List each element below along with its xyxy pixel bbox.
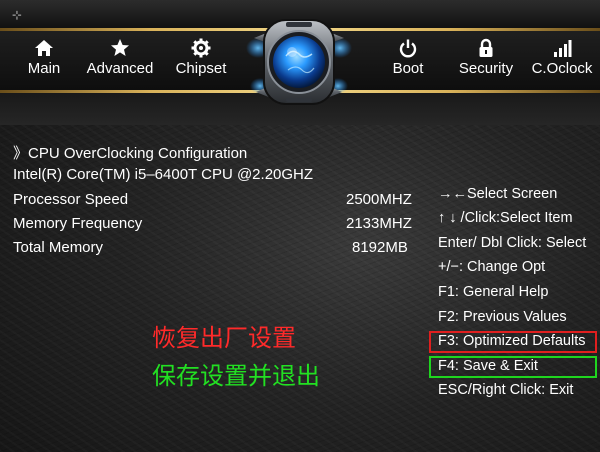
bios-emblem-logo [246, 19, 352, 105]
nav-tab-c-oclock[interactable]: C.Oclock [527, 38, 597, 77]
total-memory-value: 8192MB [352, 239, 408, 256]
nav-tab-chipset[interactable]: Chipset [170, 38, 232, 77]
help-previous-values: F2: Previous Values [438, 309, 567, 325]
help-select: Enter/ Dbl Click: Select [438, 235, 587, 251]
nav-tab-label: C.Oclock [531, 60, 593, 77]
nav-tab-label: Main [27, 60, 61, 77]
total-memory-label: Total Memory [13, 239, 104, 256]
processor-speed-label: Processor Speed [13, 191, 129, 208]
help-exit: ESC/Right Click: Exit [438, 382, 574, 398]
nav-tab-security[interactable]: Security [453, 38, 519, 77]
nav-tab-advanced[interactable]: Advanced [80, 38, 160, 77]
highlight-box-optimized-defaults [429, 331, 597, 353]
annotation-save-exit: 保存设置并退出 [152, 362, 320, 390]
lock-icon [479, 38, 493, 57]
help-general-help: F1: General Help [438, 284, 549, 300]
memory-frequency-label: Memory Frequency [13, 215, 143, 232]
nav-tab-main[interactable]: Main [22, 38, 66, 77]
help-select-item: ↑ ↓ /Click:Select Item [438, 210, 573, 226]
crosshair-cursor-icon: ⊹ [12, 8, 23, 22]
home-icon [35, 40, 53, 56]
nav-tab-label: Boot [392, 60, 424, 77]
nav-tab-label: Security [458, 60, 514, 77]
annotation-restore-defaults: 恢复出厂设置 [152, 324, 296, 352]
bar-chart-icon [554, 40, 572, 57]
gear-icon [191, 38, 211, 58]
help-change-opt: +/−: Change Opt [438, 259, 546, 275]
nav-tab-boot[interactable]: Boot [386, 38, 430, 77]
nav-tab-label: Advanced [86, 60, 154, 77]
help-select-screen: →←Select Screen [438, 186, 558, 202]
nav-tab-label: Chipset [175, 60, 227, 77]
power-icon [399, 39, 417, 58]
memory-frequency-value: 2133MHZ [346, 215, 412, 232]
cpu-name: Intel(R) Core(TM) i5–6400T CPU @2.20GHZ [13, 166, 314, 183]
processor-speed-value: 2500MHZ [346, 191, 412, 208]
section-title: 》CPU OverClocking Configuration [13, 145, 248, 162]
highlight-box-save-exit [429, 356, 597, 378]
star-icon [111, 39, 129, 56]
